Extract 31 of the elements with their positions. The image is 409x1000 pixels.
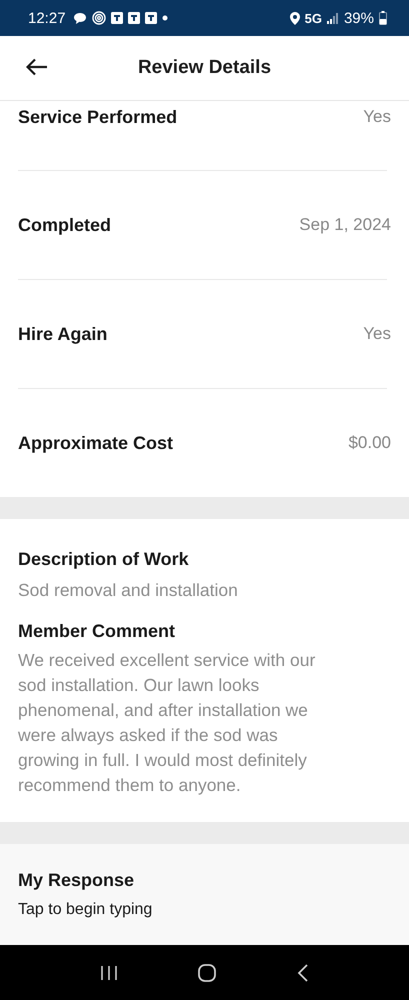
app-notification-icon: [110, 12, 123, 24]
description-text: Sod removal and installation: [18, 579, 239, 602]
battery-icon: [379, 11, 387, 25]
home-icon[interactable]: [197, 962, 218, 982]
location-pin-icon: [290, 12, 300, 24]
comment-text: We received excellent service with our sod installation. Our lawn looks phenomenal, and after installation we were always asked if the sod was growing in full. I would most definitely recommend them to anyone.: [18, 648, 316, 797]
section-heading: Member Comment: [18, 620, 176, 642]
detail-label: Service Performed: [18, 107, 178, 128]
signal-icon: [326, 12, 339, 24]
detail-label: Approximate Cost: [18, 432, 174, 454]
detail-value: Yes: [363, 324, 391, 344]
back-arrow-icon: [26, 58, 48, 76]
back-icon[interactable]: [297, 964, 310, 982]
clock: 12:27: [28, 10, 66, 26]
detail-label: Hire Again: [18, 324, 108, 344]
response-field[interactable]: Tap to begin typing: [18, 900, 318, 918]
detail-label: Completed: [18, 214, 112, 236]
page-title: Review Details: [138, 57, 272, 79]
back-button[interactable]: [24, 56, 50, 78]
detail-value: $0.00: [348, 433, 391, 453]
app-notification-icon: [128, 12, 140, 24]
app-notification-icon: [144, 12, 157, 24]
section-heading: Description of Work: [18, 549, 190, 570]
section-heading: My Response: [18, 870, 136, 890]
dot-icon: [162, 15, 168, 21]
network-type: 5G: [304, 10, 322, 26]
chat-bubble-icon: [72, 12, 87, 24]
battery-percent: 39%: [344, 10, 374, 26]
detail-value: Yes: [363, 107, 391, 127]
detail-value: Sep 1, 2024: [299, 215, 391, 235]
recent-apps-icon[interactable]: [100, 964, 118, 980]
